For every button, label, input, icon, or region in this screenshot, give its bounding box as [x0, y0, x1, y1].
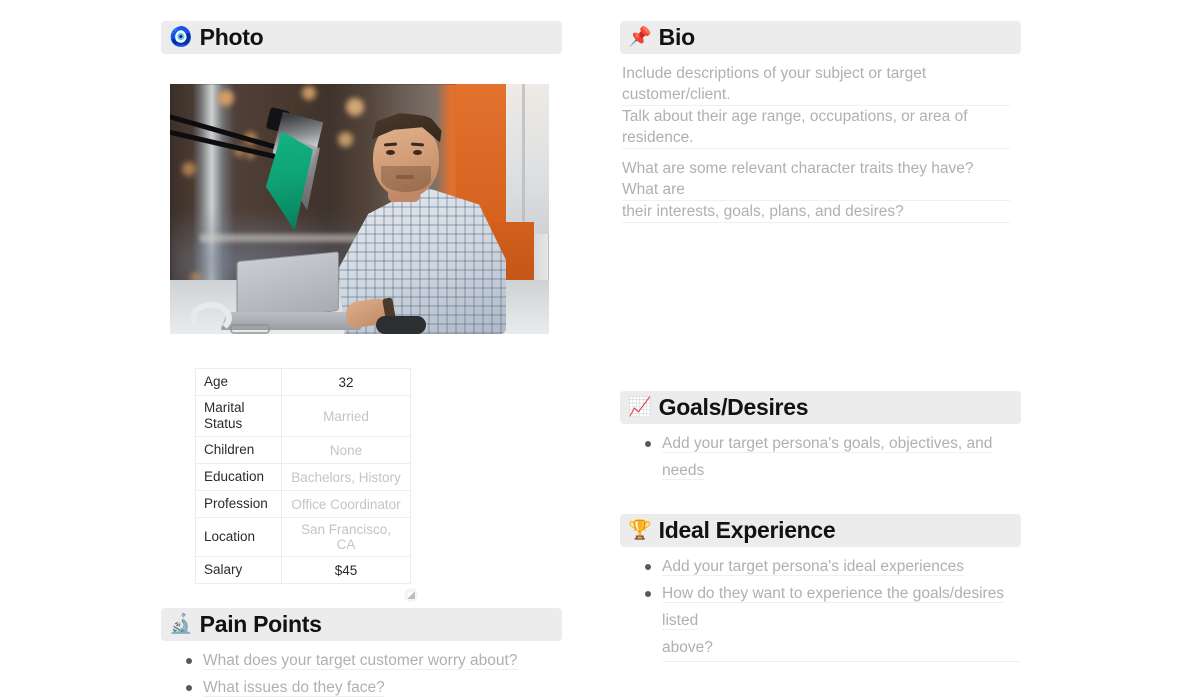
persona-document-page: 🧿 Photo Age 32 Marital Status Married Ch… — [0, 0, 1200, 700]
table-row[interactable]: Children None — [195, 436, 411, 464]
photo-illustration — [170, 84, 549, 334]
right-column: 📌 Bio Include descriptions of your subje… — [620, 0, 1021, 700]
table-row[interactable]: Salary $45 — [195, 556, 411, 584]
trophy-icon: 🏆 — [628, 519, 652, 541]
pain-points-list: What does your target customer worry abo… — [161, 647, 562, 700]
bio-spacer — [620, 223, 1021, 391]
bio-paragraph-1[interactable]: Include descriptions of your subject or … — [620, 63, 1012, 149]
section-title-bio: Bio — [658, 24, 695, 50]
list-item-label-continued: above? — [662, 634, 1020, 662]
bio-paragraph-1-line-2: Talk about their age range, occupations,… — [622, 106, 1010, 149]
table-cell-key: Profession — [195, 490, 282, 518]
bullet-icon — [186, 658, 192, 664]
persona-details-table[interactable]: Age 32 Marital Status Married Children N… — [195, 368, 411, 584]
section-title-photo: Photo — [199, 24, 264, 50]
table-cell-value[interactable]: Married — [281, 395, 411, 437]
list-item-label: What does your target customer worry abo… — [203, 652, 518, 670]
table-cell-key: Age — [195, 368, 282, 396]
table-cell-key: Salary — [195, 556, 282, 584]
table-cell-key: Location — [195, 517, 282, 557]
section-header-ideal-experience[interactable]: 🏆 Ideal Experience — [620, 514, 1021, 547]
table-row[interactable]: Marital Status Married — [195, 395, 411, 437]
table-cell-value[interactable]: Bachelors, History — [281, 463, 411, 491]
list-item[interactable]: Add your target persona's ideal experien… — [620, 553, 1020, 580]
bullet-icon — [645, 441, 651, 447]
nazar-amulet-icon: 🧿 — [169, 26, 193, 48]
table-cell-value[interactable]: San Francisco, CA — [281, 517, 411, 557]
persona-photo[interactable] — [170, 84, 549, 334]
bullet-icon — [645, 591, 651, 597]
list-item[interactable]: How do they want to experience the goals… — [620, 580, 1020, 662]
table-row[interactable]: Profession Office Coordinator — [195, 490, 411, 518]
section-header-goals[interactable]: 📈 Goals/Desires — [620, 391, 1021, 424]
table-resize-handle-icon[interactable] — [404, 588, 418, 602]
table-row[interactable]: Age 32 — [195, 368, 411, 396]
ideal-experience-list: Add your target persona's ideal experien… — [620, 553, 1021, 662]
bio-paragraph-2[interactable]: What are some relevant character traits … — [620, 158, 1012, 223]
goals-spacer — [620, 484, 1021, 514]
section-title-pain-points: Pain Points — [199, 611, 322, 637]
bullet-icon — [645, 564, 651, 570]
table-cell-key: Education — [195, 463, 282, 491]
pushpin-icon: 📌 — [628, 26, 652, 48]
table-body: Age 32 Marital Status Married Children N… — [195, 368, 411, 584]
table-cell-value[interactable]: Office Coordinator — [281, 490, 411, 518]
section-title-ideal-experience: Ideal Experience — [658, 517, 836, 543]
microscope-icon: 🔬 — [169, 613, 193, 635]
list-item-label: How do they want to experience the goals… — [662, 585, 1005, 630]
goals-list: Add your target persona's goals, objecti… — [620, 430, 1021, 484]
list-item-label: Add your target persona's goals, objecti… — [662, 435, 993, 480]
chart-increasing-icon: 📈 — [628, 396, 652, 418]
persona-details-table-wrapper: Age 32 Marital Status Married Children N… — [195, 368, 418, 602]
bio-paragraph-2-line-1: What are some relevant character traits … — [622, 158, 1010, 201]
list-item-label: What issues do they face? — [203, 679, 385, 697]
table-cell-key: Children — [195, 436, 282, 464]
section-header-bio[interactable]: 📌 Bio — [620, 21, 1021, 54]
section-header-pain-points[interactable]: 🔬 Pain Points — [161, 608, 562, 641]
table-row[interactable]: Location San Francisco, CA — [195, 517, 411, 557]
bio-paragraph-2-line-2: their interests, goals, plans, and desir… — [622, 201, 1010, 223]
table-cell-value[interactable]: $45 — [281, 556, 411, 584]
table-cell-value[interactable]: None — [281, 436, 411, 464]
table-cell-value[interactable]: 32 — [281, 368, 411, 396]
bullet-icon — [186, 685, 192, 691]
list-item[interactable]: What does your target customer worry abo… — [161, 647, 561, 674]
section-header-photo[interactable]: 🧿 Photo — [161, 21, 562, 54]
left-column: 🧿 Photo Age 32 Marital Status Married Ch… — [161, 0, 562, 700]
bio-paragraph-1-line-1: Include descriptions of your subject or … — [622, 63, 1010, 106]
ideal-experience-spacer — [620, 662, 1021, 700]
list-item-label: Add your target persona's ideal experien… — [662, 558, 964, 576]
table-cell-key: Marital Status — [195, 395, 282, 437]
list-item[interactable]: What issues do they face? — [161, 674, 561, 700]
list-item[interactable]: Add your target persona's goals, objecti… — [620, 430, 1020, 484]
section-title-goals: Goals/Desires — [658, 394, 809, 420]
table-row[interactable]: Education Bachelors, History — [195, 463, 411, 491]
